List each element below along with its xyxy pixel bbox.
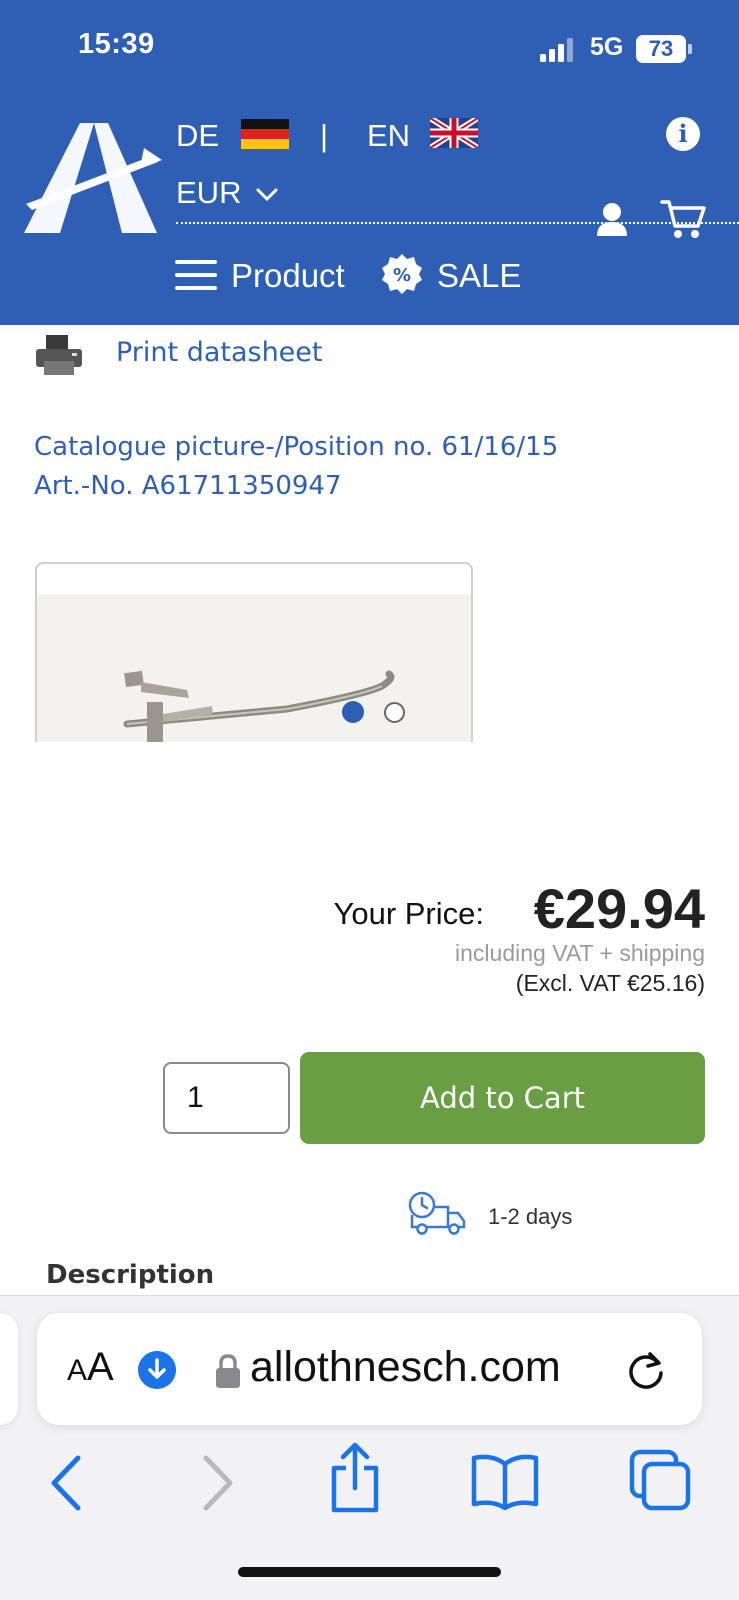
- price-label: Your Price:: [333, 896, 485, 931]
- status-bar: 15:39 5G 73: [0, 0, 739, 100]
- aa-large: A: [87, 1345, 114, 1389]
- print-datasheet-link[interactable]: Print datasheet: [116, 337, 323, 368]
- logo[interactable]: [22, 118, 167, 243]
- gallery-dot-active[interactable]: [342, 701, 364, 723]
- lock-icon: [216, 1354, 240, 1388]
- price-excl-vat: (Excl. VAT €25.16): [515, 970, 705, 996]
- printer-icon[interactable]: [34, 333, 84, 377]
- reader-aa-button[interactable]: AA: [67, 1345, 114, 1390]
- article-number: Art.-No. A61711350947: [34, 471, 342, 501]
- aa-small: A: [67, 1354, 88, 1387]
- sale-percent-icon[interactable]: %: [381, 253, 423, 295]
- currency-label: EUR: [176, 175, 242, 210]
- add-to-cart-button[interactable]: Add to Cart: [300, 1052, 705, 1144]
- reload-icon[interactable]: [624, 1349, 668, 1393]
- battery-icon: 73: [636, 35, 686, 63]
- language-de[interactable]: DE: [176, 118, 219, 154]
- site-header: 15:39 5G 73 DE | EN i EUR Product % SALE: [0, 0, 739, 325]
- menu-product-label[interactable]: Product: [231, 257, 345, 295]
- battery-tip: [688, 44, 692, 54]
- chevron-down-icon: [256, 188, 278, 201]
- price-value: €29.94: [533, 877, 705, 940]
- flag-uk-icon[interactable]: [430, 118, 478, 148]
- info-icon[interactable]: i: [666, 117, 700, 151]
- user-icon[interactable]: [595, 200, 629, 240]
- catalogue-position: Catalogue picture-/Position no. 61/16/15: [34, 432, 559, 462]
- url-text[interactable]: allothnesch.com: [250, 1343, 602, 1399]
- delivery-truck-icon: [408, 1191, 466, 1235]
- share-icon[interactable]: [326, 1442, 384, 1514]
- flag-de-icon[interactable]: [241, 119, 289, 149]
- previous-tab-preview[interactable]: [0, 1313, 18, 1425]
- network-label: 5G: [590, 33, 624, 61]
- description-heading[interactable]: Description: [46, 1260, 214, 1290]
- tabs-icon[interactable]: [628, 1448, 694, 1514]
- product-gallery[interactable]: [35, 562, 473, 742]
- home-indicator[interactable]: [238, 1567, 501, 1577]
- menu-icon[interactable]: [175, 258, 217, 292]
- vat-note: including VAT + shipping: [455, 940, 705, 966]
- cart-icon[interactable]: [660, 198, 706, 240]
- delivery-time: 1-2 days: [488, 1204, 573, 1229]
- product-image[interactable]: [37, 594, 471, 742]
- header-divider: [176, 222, 739, 224]
- language-separator: |: [320, 118, 329, 153]
- download-icon[interactable]: [138, 1351, 176, 1389]
- bookmarks-icon[interactable]: [470, 1452, 540, 1510]
- forward-icon[interactable]: [200, 1454, 236, 1512]
- svg-text:%: %: [393, 265, 411, 286]
- product-reference: Catalogue picture-/Position no. 61/16/15…: [34, 428, 558, 506]
- language-en[interactable]: EN: [367, 118, 410, 154]
- gallery-dot[interactable]: [384, 702, 405, 723]
- back-icon[interactable]: [48, 1454, 84, 1512]
- signal-icon: [540, 38, 576, 62]
- status-time: 15:39: [78, 28, 155, 60]
- product-part-illustration: [123, 670, 395, 742]
- currency-selector[interactable]: EUR: [176, 175, 278, 211]
- menu-sale-label[interactable]: SALE: [437, 257, 521, 295]
- quantity-input[interactable]: 1: [163, 1062, 290, 1134]
